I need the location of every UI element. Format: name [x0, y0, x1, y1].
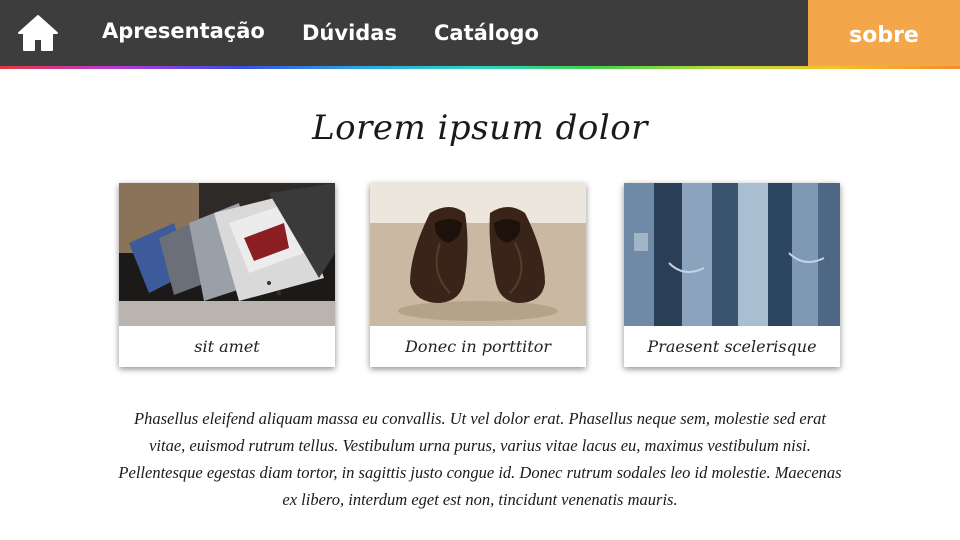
nav-item-apresentacao[interactable]: Apresentação: [102, 0, 265, 64]
shirts-photo: [119, 183, 335, 326]
sobre-button[interactable]: sobre: [808, 0, 960, 66]
body-paragraph: Phasellus eleifend aliquam massa eu conv…: [118, 409, 842, 509]
top-navbar: Apresentação Dúvidas Catálogo sobre: [0, 0, 960, 66]
home-button[interactable]: [12, 9, 64, 57]
shoes-photo: [370, 183, 586, 326]
card-sit-amet[interactable]: sit amet: [119, 183, 335, 367]
card-praesent-scelerisque[interactable]: Praesent scelerisque: [624, 183, 840, 367]
jeans-photo: [624, 183, 840, 326]
nav-item-catalogo[interactable]: Catálogo: [434, 0, 539, 66]
home-icon: [18, 15, 58, 51]
rainbow-divider: [0, 66, 960, 69]
nav-item-duvidas[interactable]: Dúvidas: [302, 0, 397, 66]
card-caption: sit amet: [194, 337, 260, 356]
card-donec-in-porttitor[interactable]: Donec in porttitor: [370, 183, 586, 367]
card-caption: Praesent scelerisque: [647, 337, 817, 356]
card-caption: Donec in porttitor: [405, 337, 551, 356]
page-title: Lorem ipsum dolor: [312, 108, 648, 148]
